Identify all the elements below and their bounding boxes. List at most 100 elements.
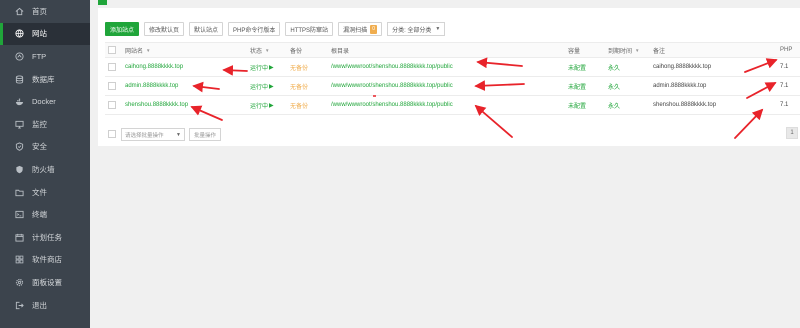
header-status[interactable]: 状态 ▼ [250,43,269,57]
home-icon [14,6,24,16]
sidebar-item-label: FTP [32,51,47,61]
site-name-link[interactable]: caihong.8888kkkk.top [125,58,183,76]
default-site-button[interactable]: 默认站点 [189,22,224,36]
sidebar-item-label: 终端 [32,210,47,220]
status-running[interactable]: 运行中 ▶ [250,77,274,95]
top-accent-bar [98,0,107,5]
expiry-link[interactable]: 永久 [608,58,620,76]
expiry-link[interactable]: 永久 [608,77,620,95]
row-checkbox[interactable] [108,82,116,90]
php-version[interactable]: 7.1 [780,58,788,76]
sort-icon: ▼ [635,47,640,53]
play-icon: ▶ [269,83,274,90]
sidebar-item-label: 防火墙 [32,164,55,174]
root-dir-link[interactable]: /www/wwwroot/shenshou.8888kkkk.top/publi… [331,58,453,76]
header-site-name-label: 网站名 [125,48,144,55]
capacity-link[interactable]: 未配置 [568,96,586,114]
remark-text[interactable]: admin.8888kkkk.top [653,77,706,95]
ftp-icon [14,51,24,61]
store-icon [14,255,24,265]
sidebar-item[interactable]: 退出 [0,294,90,317]
php-cli-version-button[interactable]: PHP命令行版本 [228,22,281,36]
status-label: 运行中 [250,84,269,91]
root-dir-link[interactable]: /www/wwwroot/shenshou.8888kkkk.top/publi… [331,77,453,95]
modify-default-page-button[interactable]: 修改默认页 [144,22,185,36]
select-all-checkbox[interactable] [108,46,116,54]
table-row: caihong.8888kkkk.top 运行中 ▶ 无备份 /www/wwwro… [105,58,800,77]
vuln-scan-button[interactable]: 漏洞扫描 0 [338,22,383,36]
table-header: 网站名 ▼ 状态 ▼ 备份 根目录 容量 到期时间 ▼ 备注 PHP [105,42,800,58]
status-running[interactable]: 运行中 ▶ [250,96,274,114]
select-all-checkbox-cell [108,43,116,57]
gear-icon [14,277,24,287]
sidebar-item-label: 首页 [32,6,47,16]
sidebar-item[interactable]: 文件 [0,181,90,204]
sidebar: 首页网站 FTP 数据库 Docker 监控安全防火墙文件终端计划任务软件商店 面板设置退… [0,0,90,328]
sidebar-item-label: 监控 [32,119,47,129]
monitor-icon [14,119,24,129]
site-name-link[interactable]: admin.8888kkkk.top [125,77,178,95]
shield-icon [14,142,24,152]
remark-text[interactable]: caihong.8888kkkk.top [653,58,711,76]
capacity-link[interactable]: 未配置 [568,77,586,95]
sidebar-item-label: 数据库 [32,74,55,84]
sidebar-item-label: 计划任务 [32,232,62,242]
status-label: 运行中 [250,103,269,110]
expiry-link[interactable]: 永久 [608,96,620,114]
header-site-name[interactable]: 网站名 ▼ [125,43,150,57]
https-redirect-button[interactable]: HTTPS防窜站 [285,22,334,36]
sidebar-item[interactable]: 网站 [0,22,90,46]
table-row: shenshou.8888kkkk.top 运行中 ▶ 无备份 /www/wwwr… [105,96,800,115]
sidebar-item[interactable]: 数据库 [0,68,90,91]
root-dir-link[interactable]: /www/wwwroot/shenshou.8888kkkk.top/publi… [331,96,453,114]
footer-select-all-checkbox[interactable] [108,130,116,138]
table-footer: 请选择批量操作 ▼ 批量操作 1 3 [105,127,800,142]
backup-link[interactable]: 无备份 [290,77,308,95]
site-name-link[interactable]: shenshou.8888kkkk.top [125,96,188,114]
batch-select-placeholder: 请选择批量操作 [125,132,164,139]
add-site-button[interactable]: 添加站点 [105,22,140,36]
capacity-link[interactable]: 未配置 [568,58,586,76]
header-capacity: 容量 [568,48,581,55]
status-label: 运行中 [250,65,269,72]
firewall-icon [14,164,24,174]
globe-icon [14,29,24,39]
remark-text[interactable]: shenshou.8888kkkk.top [653,96,716,114]
sidebar-item[interactable]: 安全 [0,136,90,159]
play-icon: ▶ [269,102,274,109]
backup-link[interactable]: 无备份 [290,58,308,76]
chevron-down-icon: ▼ [176,131,181,138]
header-backup: 备份 [290,48,303,55]
toolbar: 添加站点 修改默认页 默认站点 PHP命令行版本 HTTPS防窜站 漏洞扫描 0… [105,22,446,36]
batch-operation-button[interactable]: 批量操作 [189,128,222,141]
php-version[interactable]: 7.1 [780,96,788,114]
pagination-current-page[interactable]: 1 [786,127,798,139]
sidebar-item[interactable]: FTP [0,45,90,68]
sidebar-item[interactable]: 软件商店 [0,249,90,272]
header-root-dir: 根目录 [331,48,350,55]
sidebar-item[interactable]: 防火墙 [0,158,90,181]
backup-link[interactable]: 无备份 [290,96,308,114]
vuln-count-badge: 0 [370,24,378,34]
sort-icon: ▼ [265,47,270,53]
sidebar-item[interactable]: 监控 [0,113,90,136]
sidebar-item[interactable]: Docker [0,90,90,113]
php-version[interactable]: 7.1 [780,77,788,95]
sidebar-item[interactable]: 终端 [0,203,90,226]
header-expiry-label: 到期时间 [608,48,633,55]
folder-icon [14,187,24,197]
header-expiry[interactable]: 到期时间 ▼ [608,43,639,57]
sidebar-item[interactable]: 面板设置 [0,271,90,294]
header-status-label: 状态 [250,48,263,55]
status-running[interactable]: 运行中 ▶ [250,58,274,76]
sidebar-item[interactable]: 首页 [0,0,90,23]
category-select[interactable]: 分类: 全部分类 ▼ [387,22,446,36]
batch-operation-select[interactable]: 请选择批量操作 ▼ [121,128,185,141]
row-checkbox[interactable] [108,63,116,71]
sidebar-item-label: 文件 [32,187,47,197]
row-checkbox[interactable] [108,101,116,109]
logout-icon [14,300,24,310]
sort-icon: ▼ [146,47,151,53]
sidebar-item[interactable]: 计划任务 [0,226,90,249]
category-select-value: 分类: 全部分类 [392,27,432,34]
